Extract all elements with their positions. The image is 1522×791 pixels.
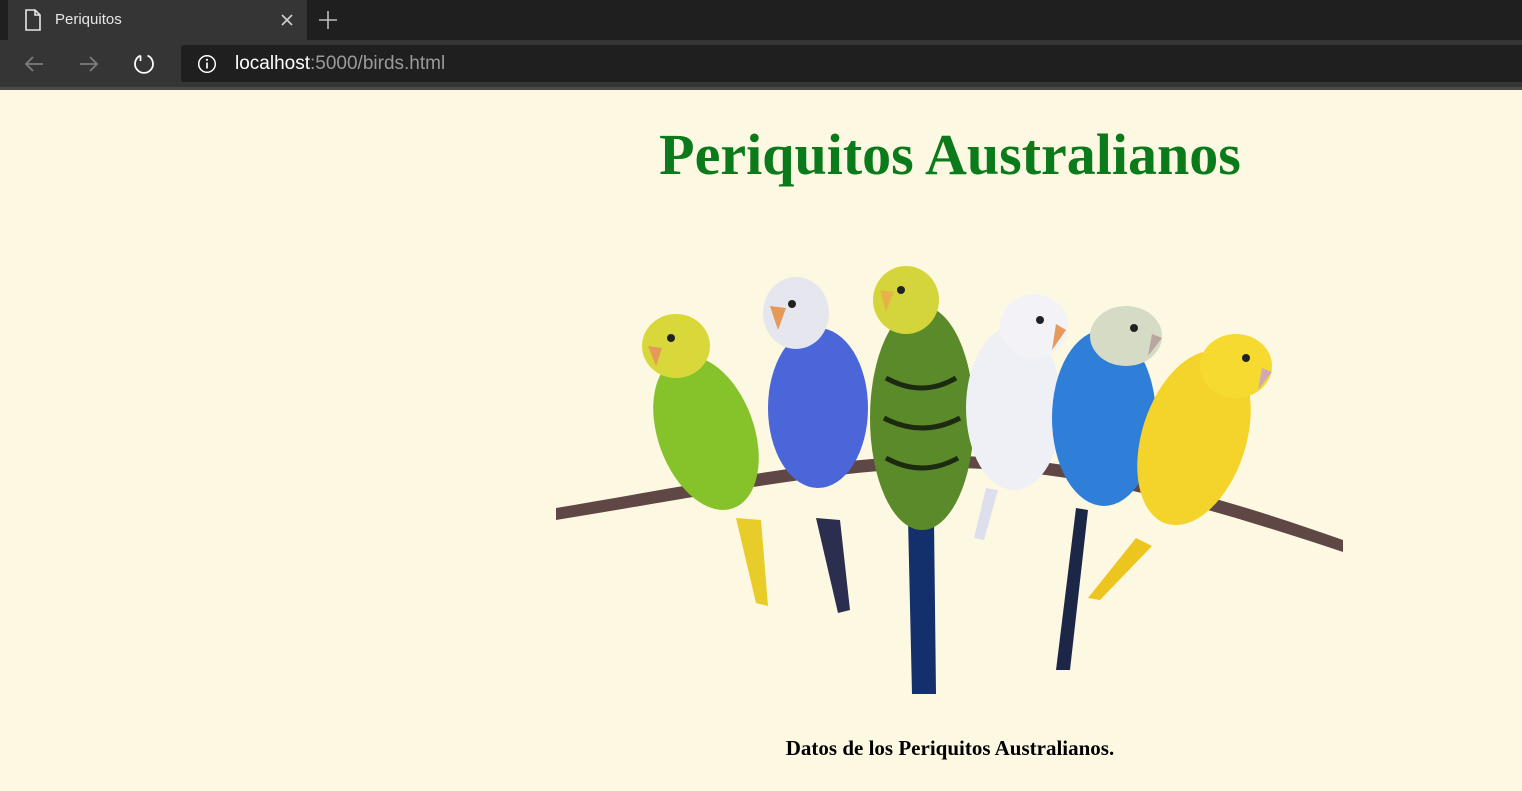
plus-icon[interactable] (318, 10, 338, 30)
chrome-divider (0, 87, 1522, 90)
tab-title: Periquitos (55, 11, 122, 28)
address-bar[interactable]: localhost:5000/birds.html (181, 45, 1522, 82)
url-path: :5000/birds.html (310, 53, 446, 74)
document-icon (25, 9, 41, 31)
arrow-right-icon[interactable] (77, 52, 101, 76)
budgies-image (556, 266, 1343, 694)
caption: Datos de los Periquitos Australianos. (785, 736, 1115, 760)
url-text: localhost:5000/birds.html (235, 53, 445, 75)
arrow-left-icon[interactable] (22, 52, 46, 76)
info-icon[interactable] (197, 54, 217, 74)
bird-blue-white (763, 277, 868, 613)
bird-green-yellow (642, 314, 768, 606)
browser-tab[interactable]: Periquitos (8, 0, 307, 40)
bird-green-striped (870, 266, 974, 694)
reload-icon[interactable] (132, 52, 156, 76)
close-icon[interactable] (278, 11, 296, 29)
url-host: localhost (235, 53, 310, 74)
page-title: Periquitos Australianos (659, 122, 1241, 187)
tab-strip: Periquitos (0, 0, 1522, 40)
navigation-bar: localhost:5000/birds.html (0, 40, 1522, 87)
